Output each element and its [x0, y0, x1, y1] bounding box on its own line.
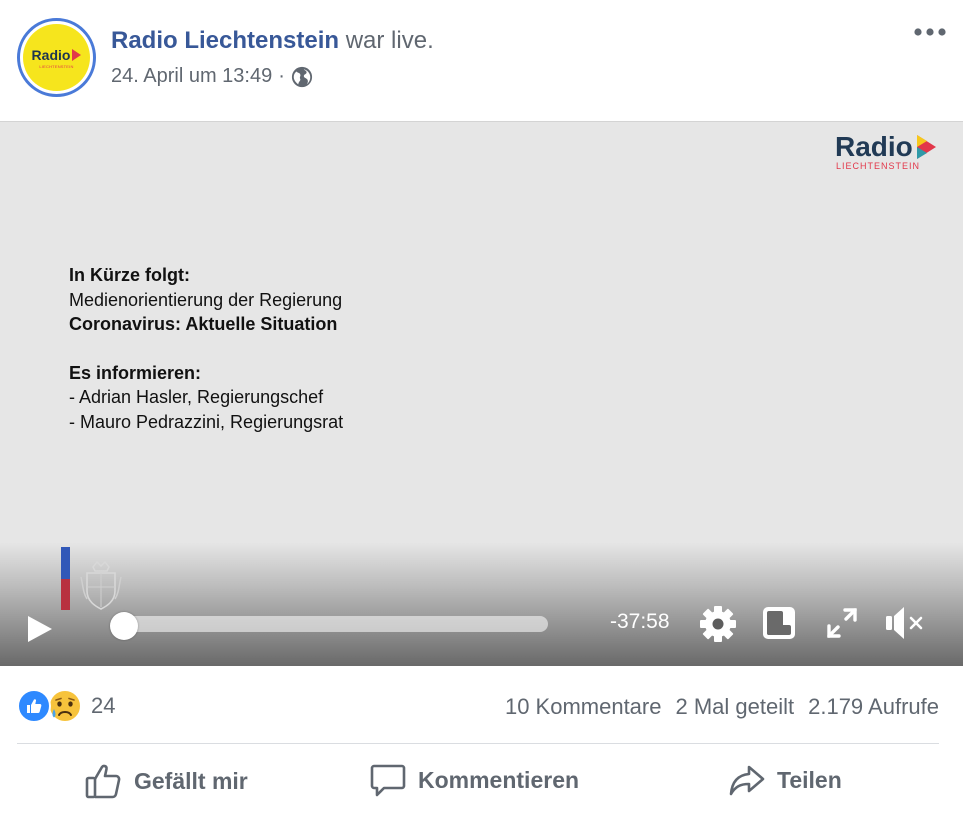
comments-count-link[interactable]: 10 Kommentare: [505, 694, 662, 720]
reactions-summary[interactable]: 24: [17, 688, 115, 724]
time-remaining: -37:58: [610, 610, 670, 633]
like-button[interactable]: Gefällt mir: [84, 762, 248, 800]
speaker-muted-icon[interactable]: [884, 604, 928, 642]
slide-heading: In Kürze folgt:: [69, 265, 190, 285]
slide-line: - Mauro Pedrazzini, Regierungsrat: [69, 411, 344, 432]
comment-button[interactable]: Kommentieren: [370, 762, 579, 798]
post-timestamp[interactable]: 24. April um 13:49: [111, 65, 272, 88]
shares-count-link[interactable]: 2 Mal geteilt: [675, 694, 794, 720]
brand-word: Radio: [835, 131, 913, 162]
slide-line: - Adrian Hasler, Regierungschef: [69, 387, 324, 407]
play-triangle-icon: [72, 48, 82, 61]
play-icon[interactable]: [26, 614, 54, 644]
fullscreen-icon[interactable]: [825, 606, 859, 640]
like-reaction-icon: [17, 689, 51, 723]
meta-separator: ·: [278, 65, 285, 87]
views-count: 2.179 Aufrufe: [808, 694, 939, 719]
video-controls: -37:58: [0, 600, 963, 660]
gear-icon[interactable]: [698, 604, 738, 644]
post-action-text: war live.: [345, 27, 434, 54]
progress-knob[interactable]: [110, 612, 138, 640]
share-button-label: Teilen: [777, 766, 842, 793]
page-avatar[interactable]: Radio LIECHTENSTEIN: [17, 18, 96, 97]
comment-bubble-icon: [370, 764, 406, 797]
brand-play-icon: [916, 135, 936, 159]
post-stats: 24 10 Kommentare 2 Mal geteilt 2.179 Auf…: [0, 666, 963, 744]
globe-icon[interactable]: [291, 66, 313, 88]
thumbs-up-icon: [85, 764, 121, 799]
comment-button-label: Kommentieren: [418, 766, 580, 793]
reaction-count: 24: [91, 693, 116, 718]
progress-bar[interactable]: [110, 612, 548, 640]
slide-topic: Coronavirus: Aktuelle Situation: [69, 314, 338, 334]
avatar-logo: Radio LIECHTENSTEIN: [23, 24, 90, 91]
picture-in-picture-icon[interactable]: [761, 605, 797, 641]
more-dots-icon[interactable]: [912, 22, 948, 42]
stats-right: 10 Kommentare 2 Mal geteilt 2.179 Aufruf…: [505, 694, 939, 720]
video-player[interactable]: Radio LIECHTENSTEIN In Kürze folgt: Medi…: [0, 121, 963, 666]
avatar-logo-word: Radio: [31, 46, 71, 63]
slide-line: Medienorientierung der Regierung: [69, 289, 343, 310]
brand-sub: LIECHTENSTEIN: [836, 161, 921, 171]
avatar-logo-sub: LIECHTENSTEIN: [39, 63, 74, 69]
sad-reaction-icon: [48, 689, 82, 723]
share-button[interactable]: Teilen: [729, 762, 842, 798]
share-arrow-icon: [729, 765, 765, 796]
post-meta: 24. April um 13:49 ·: [111, 65, 313, 88]
slide-subheading: Es informieren:: [69, 362, 202, 383]
post-title: Radio Liechtenstein war live.: [111, 27, 434, 55]
video-brand-logo: Radio LIECHTENSTEIN: [835, 131, 937, 171]
like-button-label: Gefällt mir: [134, 767, 248, 794]
page-name-link[interactable]: Radio Liechtenstein: [111, 27, 339, 54]
video-slide-text: In Kürze folgt: Medienorientierung der R…: [69, 263, 343, 434]
post-header: Radio LIECHTENSTEIN Radio Liechtenstein …: [0, 0, 963, 121]
post-actions: Gefällt mir Kommentieren Teilen: [0, 744, 963, 821]
